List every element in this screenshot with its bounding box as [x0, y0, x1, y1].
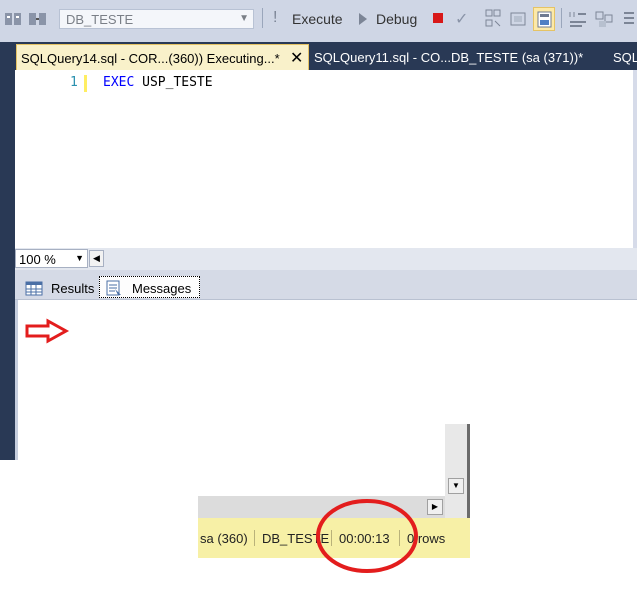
indent-icon[interactable]	[622, 9, 636, 32]
toolbar-separator	[262, 8, 263, 28]
tab-label: SQLQuery14.sql - COR...(360)) Executing.…	[21, 51, 280, 66]
zoom-value: 100 %	[19, 252, 56, 267]
checkmark-icon[interactable]: ✓	[455, 9, 468, 29]
tab-overflow[interactable]: SQL	[613, 50, 637, 65]
changed-line-marker	[84, 75, 87, 92]
connect-icon[interactable]	[4, 10, 22, 31]
close-icon[interactable]: ✕	[290, 48, 303, 68]
chevron-down-icon: ▼	[239, 13, 249, 24]
query-editor[interactable]: 1 EXEC USP_TESTE	[15, 70, 633, 248]
status-user: sa (360)	[200, 531, 248, 546]
change-connection-icon[interactable]	[28, 10, 48, 31]
results-tab-bar: Results Messages	[15, 270, 637, 300]
vertical-scrollbar[interactable]: ▼	[445, 424, 467, 496]
scroll-right-button[interactable]: ▶	[427, 499, 443, 515]
chevron-down-icon: ▼	[75, 253, 84, 263]
tab-sqlquery14[interactable]: SQLQuery14.sql - COR...(360)) Executing.…	[16, 44, 309, 70]
code-text: USP_TESTE	[134, 75, 213, 90]
grid-icon	[25, 281, 43, 300]
annotation-circle	[314, 497, 420, 578]
tab-results-label: Results	[51, 281, 95, 296]
toolbar: DB_TESTE ▼ ! Execute Debug ✓	[0, 0, 637, 42]
line-number: 1	[70, 75, 78, 90]
query-options-icon[interactable]	[484, 9, 502, 32]
uncomment-lines-icon[interactable]	[594, 9, 614, 32]
document-tab-row: SQLQuery14.sql - COR...(360)) Executing.…	[15, 42, 637, 70]
play-icon	[358, 12, 368, 29]
annotation-arrow-icon	[24, 318, 70, 347]
comment-lines-icon[interactable]	[568, 9, 588, 32]
left-dock-strip	[0, 42, 15, 460]
messages-pane[interactable]	[15, 300, 637, 460]
parse-icon[interactable]	[510, 10, 528, 31]
messages-icon	[105, 280, 123, 299]
code-keyword: EXEC	[103, 75, 135, 90]
code-line[interactable]: EXEC USP_TESTE	[103, 75, 213, 90]
exclamation-icon: !	[273, 9, 278, 26]
debug-button[interactable]: Debug	[376, 11, 417, 27]
database-select[interactable]: DB_TESTE ▼	[59, 9, 254, 29]
results-to-grid-icon[interactable]	[533, 7, 555, 31]
tab-sqlquery11[interactable]: SQLQuery11.sql - CO...DB_TESTE (sa (371)…	[314, 50, 583, 65]
status-separator	[254, 530, 255, 546]
scroll-left-button[interactable]: ◀	[89, 250, 104, 267]
execute-button[interactable]: Execute	[292, 11, 343, 27]
tab-messages[interactable]: Messages	[99, 276, 200, 298]
scroll-down-button[interactable]: ▼	[448, 478, 464, 494]
editor-scrollbar-edge	[633, 70, 637, 248]
toolbar-separator	[561, 8, 562, 28]
pane-left-border	[15, 300, 18, 460]
stop-icon[interactable]	[432, 12, 444, 27]
zoom-bar: 100 % ▼ ◀	[15, 248, 637, 270]
tab-results[interactable]: Results	[23, 277, 99, 299]
zoom-select[interactable]: 100 % ▼	[15, 249, 88, 268]
database-select-value: DB_TESTE	[66, 12, 134, 27]
scrollbar-corner	[445, 496, 467, 518]
tab-messages-label: Messages	[132, 281, 192, 296]
